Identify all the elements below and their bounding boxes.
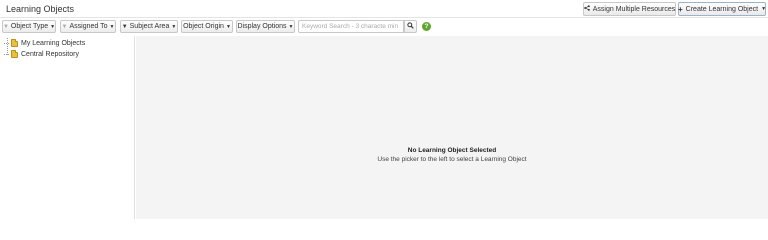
filter-icon: ▼: [2, 23, 9, 30]
object-origin-dropdown[interactable]: Object Origin ▼: [181, 20, 233, 33]
caret-down-icon: ▼: [50, 23, 56, 30]
empty-state-subtitle: Use the picker to the left to select a L…: [377, 156, 527, 163]
display-options-label: Display Options: [237, 23, 287, 30]
object-origin-label: Object Origin: [183, 23, 224, 30]
tree-item-central-repository[interactable]: Central Repository: [3, 49, 85, 60]
learning-object-detail-pane: No Learning Object Selected Use the pick…: [136, 36, 768, 219]
plus-icon: +: [678, 4, 683, 14]
help-icon[interactable]: ?: [422, 22, 431, 31]
search-icon: [407, 22, 414, 31]
object-type-filter[interactable]: ▼ Object Type ▼: [2, 20, 56, 33]
empty-state-title: No Learning Object Selected: [407, 147, 497, 154]
folder-icon: [11, 38, 18, 47]
subject-area-label: Subject Area: [129, 23, 170, 30]
learning-object-picker: My Learning Objects Central Repository: [0, 36, 135, 219]
assigned-to-filter[interactable]: ▼ Assigned To ▼: [60, 20, 116, 33]
caret-down-icon: ▼: [109, 23, 115, 30]
tree-item-label: Central Repository: [21, 51, 79, 58]
tree-item-label: My Learning Objects: [21, 40, 86, 47]
assign-multiple-resources-button[interactable]: Assign Multiple Resources: [583, 2, 676, 16]
caret-down-icon: ▼: [761, 6, 767, 12]
filter-icon: ▼: [61, 23, 68, 30]
keyword-search-input[interactable]: [298, 20, 404, 33]
assigned-to-label: Assigned To: [69, 23, 108, 30]
subject-area-filter[interactable]: ▼ Subject Area ▼: [120, 20, 178, 33]
object-tree: My Learning Objects Central Repository: [3, 38, 85, 60]
search-button[interactable]: [404, 20, 417, 33]
object-type-label: Object Type: [10, 23, 49, 30]
folder-icon: [11, 49, 18, 58]
display-options-dropdown[interactable]: Display Options ▼: [236, 20, 295, 33]
caret-down-icon: ▼: [225, 23, 231, 30]
caret-down-icon: ▼: [171, 23, 177, 30]
tree-item-my-learning-objects[interactable]: My Learning Objects: [3, 38, 85, 49]
page-title: Learning Objects: [6, 4, 75, 14]
create-learning-object-label: Create Learning Object: [685, 5, 759, 13]
caret-down-icon: ▼: [288, 23, 294, 30]
create-learning-object-button[interactable]: + Create Learning Object ▼: [678, 2, 766, 16]
assign-multiple-resources-label: Assign Multiple Resources: [592, 5, 676, 13]
filter-icon: ▼: [121, 23, 128, 30]
share-icon: [584, 5, 590, 13]
toolbar-divider: [0, 17, 768, 18]
